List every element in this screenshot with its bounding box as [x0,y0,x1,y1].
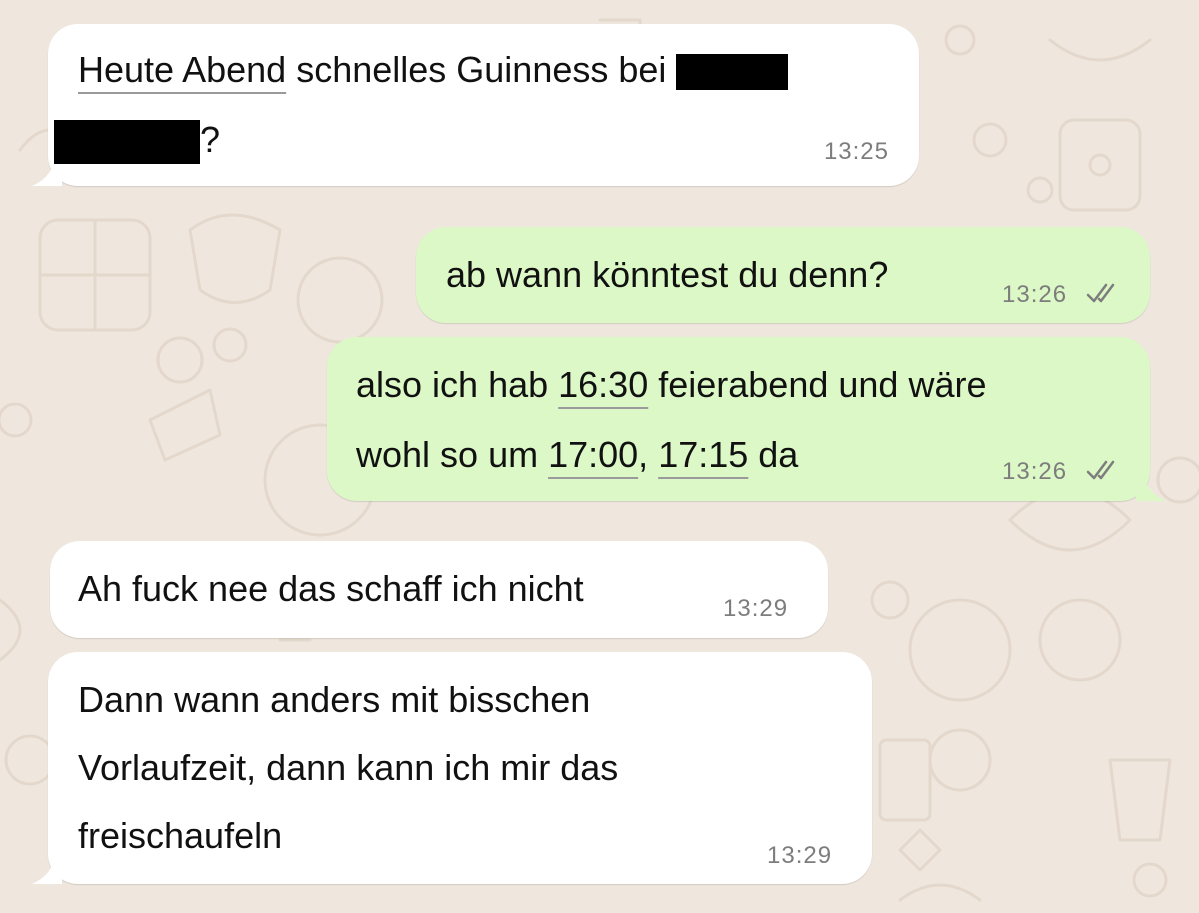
message-text-line3: freischaufeln [78,815,283,856]
outgoing-message-2[interactable]: also ich hab 16:30 feierabend und wäre w… [327,337,1166,501]
message-text-part: also ich hab [356,364,559,405]
message-timestamp: 13:25 [823,138,889,165]
incoming-message-3[interactable]: Dann wann anders mit bisschen Vorlaufzei… [32,652,872,884]
time-link[interactable]: 17:00 [548,434,638,475]
message-text-line1: also ich hab 16:30 feierabend und wäre [356,351,986,419]
redaction-block [54,120,200,165]
bubble-tail-icon [32,860,62,884]
message-text-line1: Dann wann anders mit bisschen [78,679,591,720]
double-check-icon [1086,460,1115,480]
message-text-line2: ? [54,106,220,174]
message-timestamp: 13:29 [723,595,789,622]
message-text-link[interactable]: Heute Abend [78,49,286,90]
outgoing-message-1[interactable]: ab wann könntest du denn? 13:26 [416,227,1150,323]
message-text-part: , [638,434,659,475]
message-text-line2: Vorlaufzeit, dann kann ich mir das [78,747,619,788]
redaction-block [676,54,789,91]
message-text-part: ? [200,119,221,160]
message-text-part: schnelles Guinness bei [286,49,677,90]
message-text: Heute Abend schnelles Guinness bei [78,36,789,104]
time-link[interactable]: 17:15 [658,434,748,475]
incoming-message-1[interactable]: Heute Abend schnelles Guinness bei ? 13:… [32,24,919,186]
message-text-part: feierabend und wäre [648,364,987,405]
chat-view[interactable]: Heute Abend schnelles Guinness bei ? 13:… [0,0,1199,913]
message-text: Ah fuck nee das schaff ich nicht [78,568,584,609]
time-link[interactable]: 16:30 [558,364,648,405]
bubble-tail-icon [1136,477,1166,501]
double-check-icon [1086,283,1115,303]
message-text-part: da [748,434,799,475]
message-text-part: wohl so um [356,434,549,475]
message-timestamp: 13:29 [767,842,833,869]
incoming-message-2[interactable]: Ah fuck nee das schaff ich nicht 13:29 [50,541,828,638]
message-text-line2: wohl so um 17:00, 17:15 da [356,421,798,489]
message-timestamp: 13:26 [1002,281,1068,308]
message-timestamp: 13:26 [1002,458,1068,485]
message-text: ab wann könntest du denn? [446,254,889,295]
